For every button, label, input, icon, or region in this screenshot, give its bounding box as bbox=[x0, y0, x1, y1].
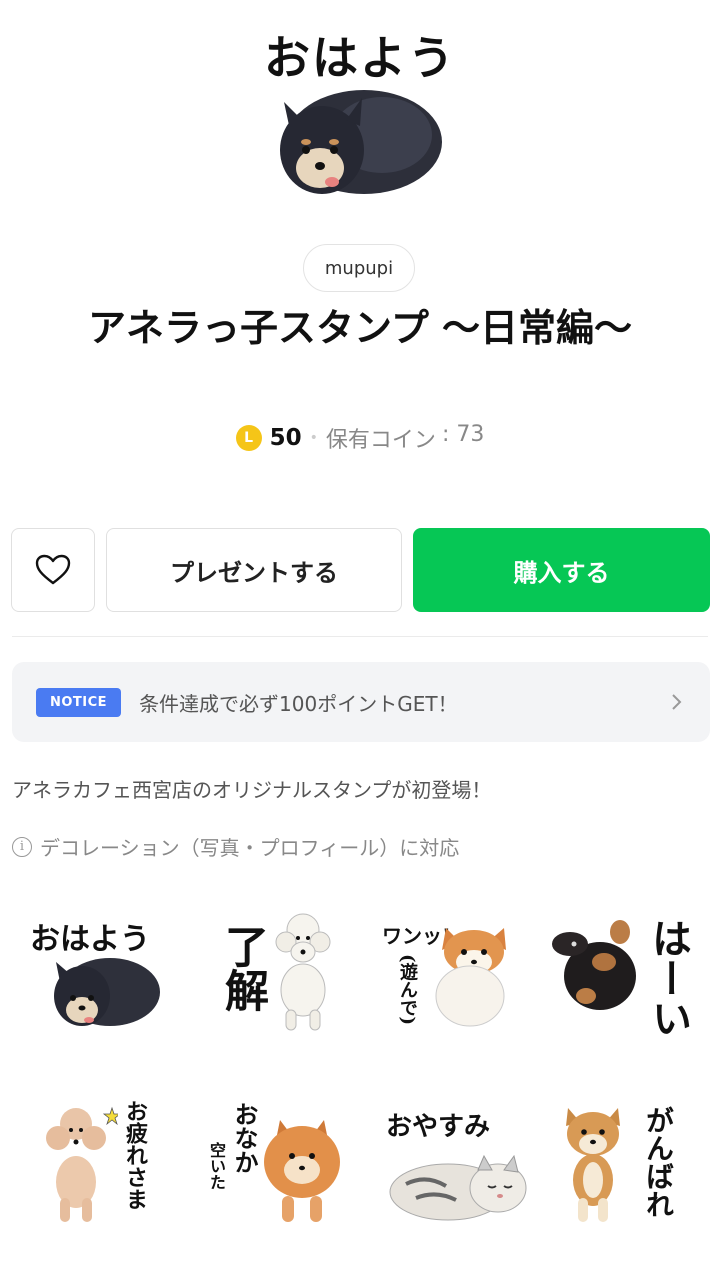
author-chip[interactable]: mupupi bbox=[303, 244, 415, 292]
pomeranian-illustration bbox=[264, 1120, 340, 1222]
favorite-button[interactable] bbox=[11, 528, 95, 612]
sticker-item[interactable]: お疲れさま bbox=[18, 1088, 188, 1238]
decoration-note: i デコレーション（写真・プロフィール）に対応 bbox=[12, 832, 459, 861]
sticker-label: お疲れさま bbox=[122, 1100, 148, 1210]
sticker-item[interactable]: がんばれ bbox=[546, 1088, 716, 1238]
sticker-sublabel: (遊んで) bbox=[397, 954, 418, 1026]
buy-button[interactable]: 購入する bbox=[413, 528, 710, 612]
owned-coins-label: 保有コイン bbox=[325, 428, 436, 453]
price-row: L 50 • 保有コイン : 73 bbox=[0, 422, 720, 454]
sticker-item[interactable]: おはよう bbox=[18, 898, 188, 1048]
sticker-label: おやすみ bbox=[386, 1112, 491, 1142]
decoration-note-text: デコレーション（写真・プロフィール）に対応 bbox=[40, 836, 460, 860]
page-title: アネラっ子スタンプ 〜日常編〜 bbox=[87, 306, 633, 350]
pomeranian-illustration bbox=[280, 90, 442, 194]
cat-illustration bbox=[389, 1154, 527, 1221]
hero-sticker: おはよう bbox=[0, 0, 720, 230]
sticker-sublabel: 空いた bbox=[207, 1142, 226, 1190]
sticker-item[interactable]: はーい bbox=[546, 898, 716, 1048]
chevron-right-icon bbox=[672, 694, 682, 710]
description: アネラカフェ西宮店のオリジナルスタンプが初登場！ bbox=[12, 778, 492, 802]
notice-text: 条件達成で必ず100ポイントGET！ bbox=[139, 691, 458, 716]
sticker-item[interactable]: ワンッ! (遊んで) bbox=[372, 898, 542, 1048]
info-icon: i bbox=[12, 836, 32, 857]
notice-badge: NOTICE bbox=[36, 687, 122, 717]
separator-dot: • bbox=[309, 430, 318, 446]
sticker-item[interactable]: 了解 bbox=[196, 898, 366, 1048]
notice-banner[interactable]: NOTICE 条件達成で必ず100ポイントGET！ bbox=[12, 662, 710, 742]
sticker-label: 了解 bbox=[217, 924, 268, 1012]
present-button[interactable]: プレゼントする bbox=[106, 528, 402, 612]
sticker-label: はーい bbox=[645, 918, 692, 1038]
sticker-item[interactable]: おなか 空いた bbox=[196, 1088, 366, 1238]
poodle-illustration bbox=[46, 1106, 118, 1222]
divider bbox=[12, 636, 708, 637]
line-coin-icon: L bbox=[235, 425, 262, 451]
hero-caption: おはよう bbox=[264, 31, 456, 85]
sticker-label: がんばれ bbox=[642, 1106, 675, 1218]
pomeranian-illustration bbox=[54, 958, 160, 1026]
dachshund-illustration bbox=[552, 920, 636, 1010]
poodle-illustration bbox=[275, 913, 331, 1031]
owned-coins: 保有コイン : 73 bbox=[326, 422, 484, 454]
owned-coins-value: : 73 bbox=[441, 422, 485, 447]
sticker-item[interactable]: おやすみ bbox=[372, 1088, 542, 1238]
shiba-illustration bbox=[566, 1108, 620, 1222]
price-value: 50 bbox=[269, 425, 302, 451]
heart-icon bbox=[35, 554, 71, 585]
pomeranian-illustration bbox=[435, 928, 506, 1027]
